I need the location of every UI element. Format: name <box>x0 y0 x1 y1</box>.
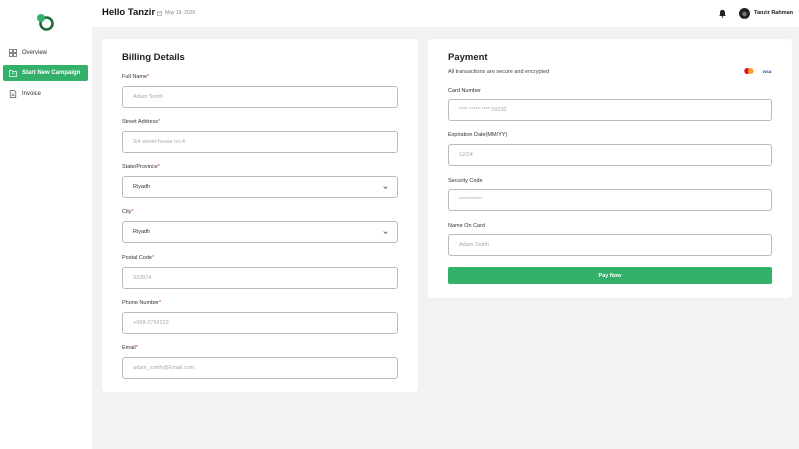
label-text: State/Province <box>122 164 158 170</box>
sidebar-item-label: Overview <box>22 50 48 56</box>
postal-code-label: Postal Code* <box>122 255 154 261</box>
date-display: May 19, 2025 <box>157 10 195 16</box>
page-greeting: Hello Tanzir <box>102 7 156 18</box>
phone-number-label: Phone Number* <box>122 300 161 306</box>
expiration-date-input[interactable]: 12/24 <box>448 144 772 166</box>
street-address-label: Street Address* <box>122 119 160 125</box>
visa-icon: VISA <box>762 68 772 74</box>
required-mark: * <box>131 209 134 215</box>
security-code-label: Security Code <box>448 178 483 184</box>
billing-title: Billing Details <box>122 52 185 63</box>
name-on-card-input[interactable]: Adam Smith <box>448 234 772 256</box>
field-placeholder: **** ***** **** 09232 <box>459 107 507 113</box>
label-text: Email <box>122 345 136 351</box>
city-label: City* <box>122 209 134 215</box>
sidebar: Overview Start New Campaign Invoice <box>0 0 92 449</box>
user-name[interactable]: Tanzir Rahman <box>754 10 793 16</box>
field-placeholder: 3/4 street-house no.4 <box>133 139 185 145</box>
payment-card <box>428 39 792 298</box>
select-value: Riyadh <box>133 184 151 190</box>
state-select[interactable]: Riyadh <box>122 176 398 198</box>
field-placeholder: adam_smith@Email.com <box>133 365 195 371</box>
label-text: Street Address <box>122 119 159 125</box>
document-icon <box>9 90 17 98</box>
email-input[interactable]: adam_smith@Email.com <box>122 357 398 379</box>
street-address-input[interactable]: 3/4 street-house no.4 <box>122 131 398 153</box>
select-value: Riyadh <box>133 229 151 235</box>
campaign-icon <box>9 69 17 77</box>
state-label: State/Province* <box>122 164 160 170</box>
mastercard-icon <box>744 68 754 74</box>
postal-code-input[interactable]: 332874 <box>122 267 398 289</box>
chevron-down-icon <box>383 186 388 189</box>
label-text: Postal Code <box>122 255 152 261</box>
required-mark: * <box>157 164 160 170</box>
required-mark: * <box>147 74 150 80</box>
required-mark: * <box>135 345 138 351</box>
field-placeholder: *********** <box>459 197 483 203</box>
chevron-down-icon <box>383 231 388 234</box>
email-label: Email* <box>122 345 138 351</box>
label-text: Full Name <box>122 74 148 80</box>
required-mark: * <box>151 255 155 261</box>
sidebar-item-invoice[interactable]: Invoice <box>3 86 88 102</box>
card-number-input[interactable]: **** ***** **** 09232 <box>448 99 772 121</box>
sidebar-item-label: Start New Campaign <box>22 70 81 76</box>
name-on-card-label: Name On Card <box>448 223 485 229</box>
bell-icon[interactable] <box>718 9 727 18</box>
phone-number-input[interactable]: +998-2769223 <box>122 312 398 334</box>
required-mark: * <box>158 119 161 125</box>
full-name-label: Full Name* <box>122 74 149 80</box>
field-placeholder: 12/24 <box>459 152 473 158</box>
expiration-date-label: Expiration Date(MM/YY) <box>448 132 508 138</box>
card-number-label: Card Number <box>448 88 482 94</box>
calendar-icon <box>157 11 162 16</box>
app-logo <box>37 14 54 31</box>
sidebar-item-overview[interactable]: Overview <box>3 45 88 61</box>
required-mark: * <box>159 300 162 306</box>
field-placeholder: Adam Smith <box>133 94 163 100</box>
date-text: May 19, 2025 <box>165 10 196 16</box>
label-text: Phone Number <box>122 300 159 306</box>
grid-icon <box>9 49 17 57</box>
field-placeholder: Adam Smith <box>459 242 489 248</box>
payment-subtitle: All transactions are secure and encrypte… <box>448 69 550 75</box>
sidebar-item-start-new-campaign[interactable]: Start New Campaign <box>3 65 88 81</box>
field-placeholder: 332874 <box>133 275 152 281</box>
pay-now-button[interactable]: Pay Now <box>448 267 772 284</box>
avatar[interactable] <box>739 8 750 19</box>
field-placeholder: +998-2769223 <box>133 320 169 326</box>
payment-title: Payment <box>448 52 488 63</box>
security-code-input[interactable]: *********** <box>448 189 772 211</box>
city-select[interactable]: Riyadh <box>122 221 398 243</box>
sidebar-item-label: Invoice <box>22 91 42 97</box>
full-name-input[interactable]: Adam Smith <box>122 86 398 108</box>
